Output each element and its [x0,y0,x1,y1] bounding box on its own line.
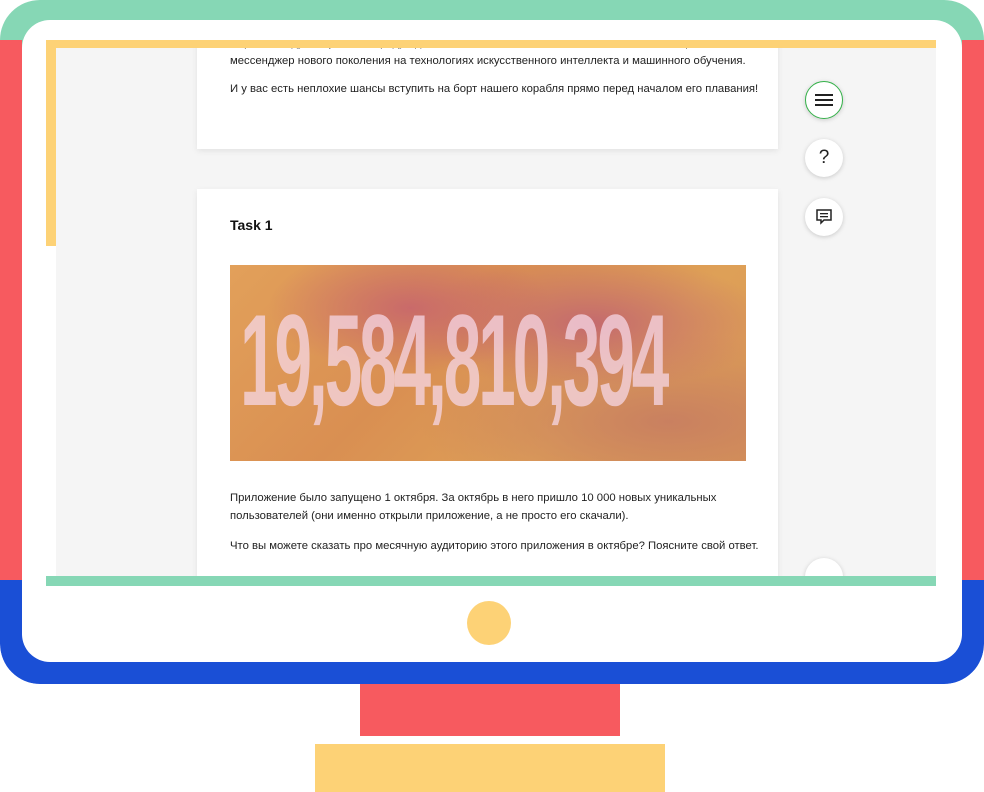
banner-number: 19,584,810,394 [240,287,669,433]
hamburger-menu-icon [815,94,833,106]
intro-card: мире команду и научились предугадывать т… [197,48,778,149]
decor-green-bottom [46,576,936,586]
decor-yellow-left [46,40,56,246]
help-label: ? [818,147,830,168]
chat-icon [816,209,832,225]
task-title: Task 1 [230,217,273,233]
task-banner-image: 19,584,810,394 [230,265,746,461]
monitor-power-dot [467,601,511,645]
screen: мире команду и научились предугадывать т… [56,48,936,576]
chat-button[interactable] [805,198,843,236]
task-paragraph: Приложение было запущено 1 октября. За о… [230,492,717,522]
decor-red-right [962,50,976,574]
help-button[interactable]: ? [805,139,843,177]
intro-paragraph: мире команду и научились предугадывать т… [230,48,746,67]
frame-left-band [0,40,22,600]
monitor-stand-base [315,744,665,792]
task-card: Task 1 19,584,810,394 Приложение было за… [197,189,778,576]
intro-paragraph-2: И у вас есть неплохие шансы вступить на … [230,83,759,95]
menu-button[interactable] [805,81,843,119]
monitor-stand-neck [360,684,620,736]
task-question: Что вы можете сказать про месячную аудит… [230,540,759,552]
decor-yellow-strip [46,40,936,48]
scroll-button[interactable] [805,558,843,576]
